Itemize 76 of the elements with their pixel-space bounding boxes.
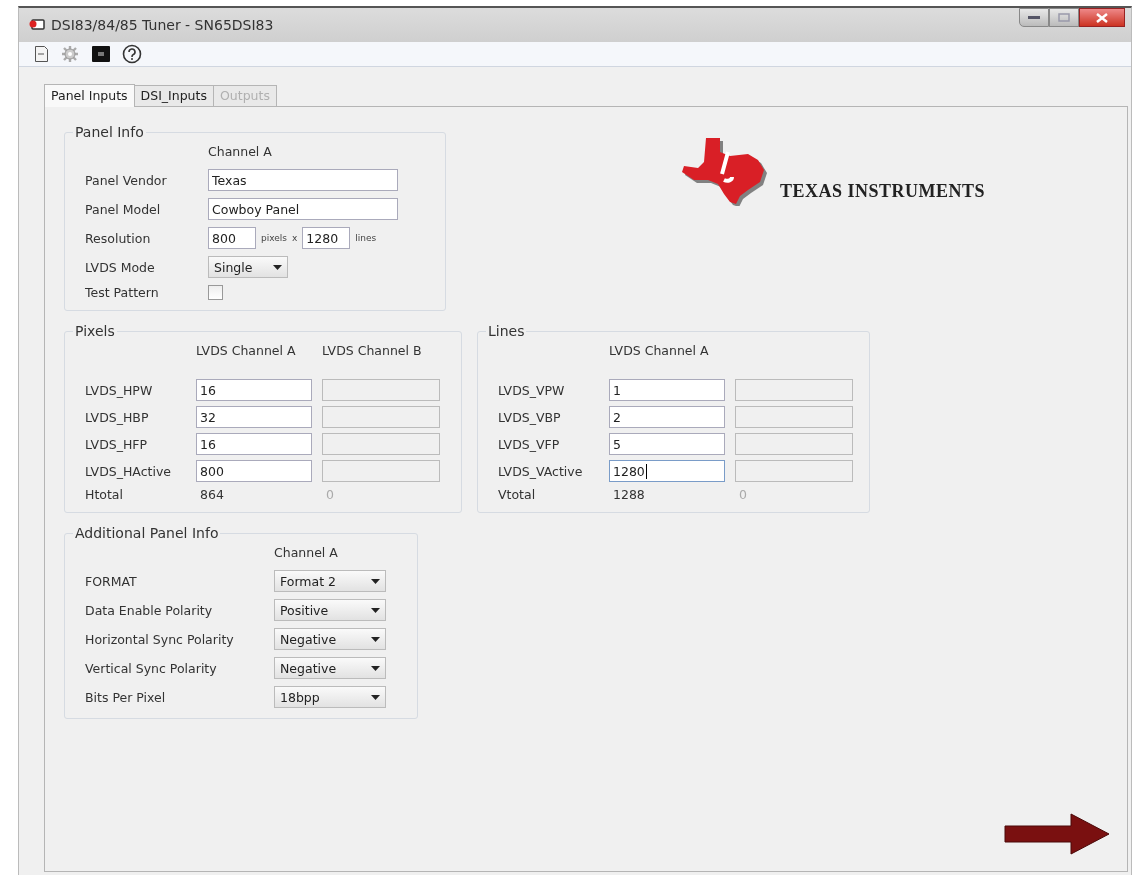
dropdown[interactable]: Positive [274, 599, 386, 621]
field-label: Bits Per Pixel [85, 689, 167, 705]
group-title: Pixels [74, 323, 116, 339]
text-field[interactable]: 1280 [302, 227, 351, 249]
dropdown[interactable]: Negative [274, 628, 386, 650]
chip-icon[interactable] [92, 46, 110, 62]
settings-icon[interactable] [60, 45, 80, 63]
caret-icon [371, 694, 380, 700]
column-header: Channel A [274, 545, 339, 562]
text-field[interactable]: 16 [196, 433, 312, 455]
field-label: LVDS_VBP [498, 409, 562, 425]
logo-text: TEXAS INSTRUMENTS [780, 181, 986, 202]
field-label: Panel Vendor [85, 172, 168, 188]
group-title: Panel Info [74, 124, 145, 140]
field-label: LVDS_HActive [85, 463, 173, 479]
text-field[interactable]: 1 [609, 379, 725, 401]
dropdown[interactable]: Single [208, 256, 288, 278]
field-label: Vertical Sync Polarity [85, 660, 218, 676]
total-value: 864 [199, 487, 225, 502]
column-header: LVDS Channel B [322, 343, 423, 360]
app-icon [29, 19, 45, 31]
total-value: 0 [738, 487, 748, 502]
tab[interactable]: Panel Inputs [44, 84, 135, 107]
dropdown[interactable]: Negative [274, 657, 386, 679]
total-value: 0 [325, 487, 335, 502]
tab[interactable]: DSI_Inputs [133, 85, 214, 106]
field-label: Horizontal Sync Polarity [85, 631, 235, 647]
field-label: FORMAT [85, 573, 138, 589]
text-field[interactable]: 16 [196, 379, 312, 401]
maximize-icon [1058, 13, 1070, 22]
field-label: LVDS_VPW [498, 382, 566, 398]
help-icon[interactable] [122, 44, 142, 64]
close-button[interactable] [1079, 8, 1125, 27]
field-label: LVDS_HPW [85, 382, 154, 398]
caret-icon [371, 607, 380, 613]
text-field[interactable]: 2 [609, 406, 725, 428]
column-header: LVDS Channel A [609, 343, 710, 360]
caret-icon [371, 636, 380, 642]
field-label: Panel Model [85, 201, 162, 217]
dropdown[interactable]: Format 2 [274, 570, 386, 592]
field-label: Resolution [85, 230, 152, 246]
text-field[interactable]: Cowboy Panel [208, 198, 398, 220]
group-title: Additional Panel Info [74, 525, 220, 541]
field-label: LVDS_VFP [498, 436, 561, 452]
window-title: DSI83/84/85 Tuner - SN65DSI83 [51, 17, 274, 33]
minimize-icon [1028, 15, 1040, 20]
caret-icon [273, 264, 282, 270]
text-field[interactable]: Texas [208, 169, 398, 191]
caret-icon [371, 665, 380, 671]
dropdown[interactable]: 18bpp [274, 686, 386, 708]
unit-label: lines [355, 233, 377, 243]
column-header: LVDS Channel A [196, 343, 297, 360]
total-label: Vtotal [498, 487, 537, 502]
checkbox[interactable] [208, 285, 223, 300]
field-label: LVDS_HFP [85, 436, 149, 452]
times-sign: x [292, 233, 298, 243]
total-value: 1288 [612, 487, 646, 502]
text-field[interactable]: 800 [196, 460, 312, 482]
field-label: Test Pattern [85, 285, 160, 300]
total-label: Htotal [85, 487, 124, 502]
document-icon[interactable] [35, 46, 48, 62]
field-label: Data Enable Polarity [85, 602, 214, 618]
column-header: Channel A [208, 144, 273, 161]
maximize-button[interactable] [1049, 8, 1079, 27]
text-field[interactable]: 32 [196, 406, 312, 428]
field-label: LVDS_VActive [498, 463, 584, 479]
group-title: Lines [487, 323, 526, 339]
text-field[interactable]: 5 [609, 433, 725, 455]
close-icon [1096, 12, 1108, 23]
field-label: LVDS Mode [85, 259, 156, 275]
text-field[interactable]: 800 [208, 227, 256, 249]
field-label: LVDS_HBP [85, 409, 150, 425]
unit-label: pixels [261, 233, 287, 243]
minimize-button[interactable] [1019, 8, 1049, 27]
caret-icon [371, 578, 380, 584]
text-field[interactable]: 1280 [609, 460, 725, 482]
